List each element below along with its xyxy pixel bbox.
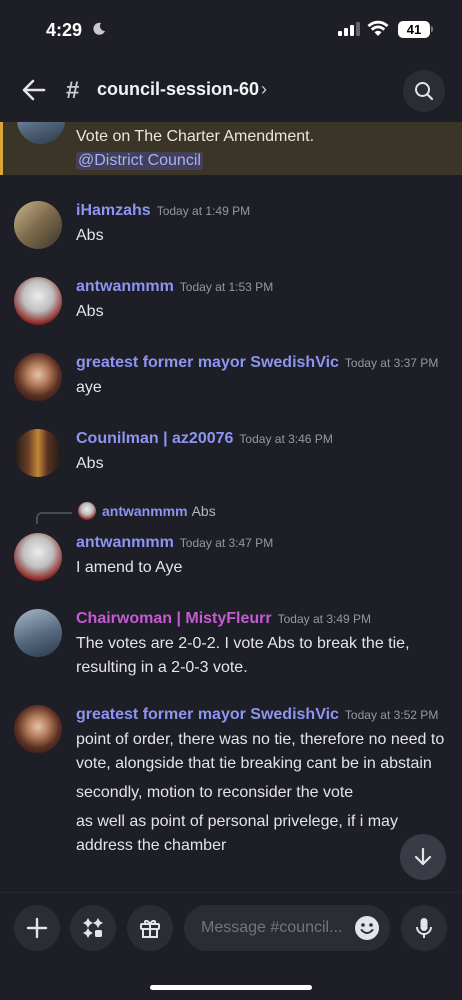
username[interactable]: Counilman | az20076 Today at 3:46 PM xyxy=(76,430,333,448)
gift-button[interactable] xyxy=(127,905,173,951)
status-bar: 4:29 41 xyxy=(0,0,462,60)
avatar[interactable] xyxy=(17,122,65,144)
wifi-icon xyxy=(367,20,389,36)
avatar[interactable] xyxy=(14,705,62,753)
username[interactable]: Chairwoman | MistyFleurr Today at 3:49 PM xyxy=(76,610,371,628)
username[interactable]: iHamzahs Today at 1:49 PM xyxy=(76,202,250,220)
home-indicator xyxy=(150,985,312,990)
username[interactable]: greatest former mayor SwedishVic Today at… xyxy=(76,706,438,724)
avatar[interactable] xyxy=(14,277,62,325)
signal-icon xyxy=(338,22,360,36)
username[interactable]: antwanmmm Today at 3:47 PM xyxy=(76,534,273,552)
gift-icon xyxy=(140,920,160,938)
search-icon xyxy=(415,82,434,101)
voice-message-button[interactable] xyxy=(401,905,447,951)
message-body: point of order, there was no tie, theref… xyxy=(76,731,445,854)
message-body: Abs xyxy=(76,455,104,472)
avatar[interactable] xyxy=(14,429,62,477)
avatar[interactable] xyxy=(14,609,62,657)
timestamp: Today at 1:49 PM xyxy=(156,204,251,218)
channel-header: # council-session-60 › xyxy=(0,60,462,122)
status-time: 4:29 xyxy=(46,20,83,40)
reply-reference[interactable]: antwanmmm Abs xyxy=(102,503,216,519)
role-mention[interactable]: @District Council xyxy=(76,152,203,170)
apps-button[interactable] xyxy=(70,905,116,951)
avatar[interactable] xyxy=(14,201,62,249)
apps-sparkle-icon xyxy=(83,918,103,938)
message-body: The votes are 2-0-2. I vote Abs to break… xyxy=(76,635,410,676)
back-arrow-icon[interactable] xyxy=(20,76,48,104)
microphone-icon xyxy=(416,918,432,938)
reply-connector xyxy=(36,512,72,524)
message-body: Abs xyxy=(76,227,104,244)
message-composer xyxy=(0,892,462,962)
timestamp: Today at 3:46 PM xyxy=(239,432,333,446)
avatar[interactable] xyxy=(14,533,62,581)
arrow-down-icon xyxy=(414,847,432,866)
reply-avatar[interactable] xyxy=(78,502,96,520)
emoji-icon[interactable] xyxy=(354,915,380,941)
search-button[interactable] xyxy=(403,70,445,112)
username[interactable]: antwanmmm Today at 1:53 PM xyxy=(76,278,273,296)
add-attachment-button[interactable] xyxy=(14,905,60,951)
channel-name[interactable]: council-session-60 xyxy=(97,79,259,100)
message-text: Vote on The Charter Amendment. xyxy=(76,128,315,145)
battery-indicator: 41 xyxy=(398,21,430,38)
mention-highlight: Vote on The Charter Amendment. @District… xyxy=(0,122,462,175)
chevron-right-icon[interactable]: › xyxy=(261,79,267,100)
timestamp: Today at 3:52 PM xyxy=(344,708,439,722)
avatar[interactable] xyxy=(14,353,62,401)
plus-icon xyxy=(26,917,48,939)
jump-to-present-button[interactable] xyxy=(400,834,446,880)
moon-icon xyxy=(93,22,105,35)
timestamp: Today at 3:49 PM xyxy=(277,612,372,626)
timestamp: Today at 3:37 PM xyxy=(344,356,439,370)
message-body: Abs xyxy=(76,303,104,320)
battery-tip xyxy=(431,26,433,32)
message-body: I amend to Aye xyxy=(76,559,183,576)
timestamp: Today at 3:47 PM xyxy=(179,536,274,550)
message-list[interactable]: Vote on The Charter Amendment. @District… xyxy=(0,122,462,892)
timestamp: Today at 1:53 PM xyxy=(179,280,274,294)
message-body: aye xyxy=(76,379,102,396)
username[interactable]: greatest former mayor SwedishVic Today at… xyxy=(76,354,438,372)
channel-hash-icon: # xyxy=(66,77,80,104)
